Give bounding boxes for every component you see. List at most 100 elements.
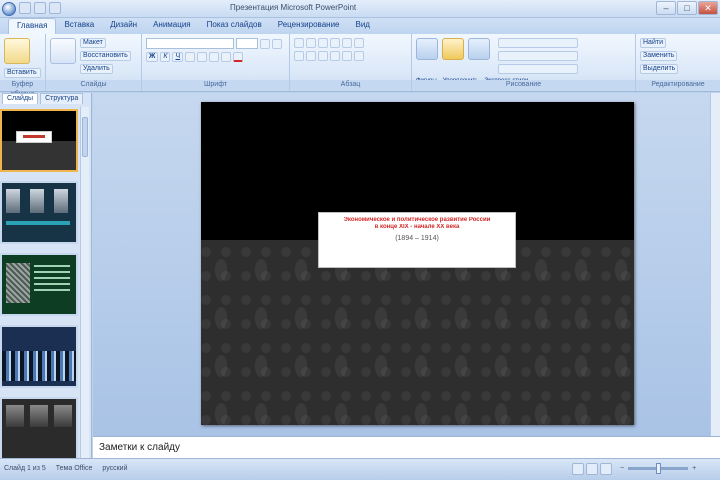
drawing-label: Рисование (412, 80, 635, 90)
scrollbar-thumb[interactable] (82, 117, 88, 157)
slide-thumbnail-5[interactable] (0, 397, 78, 458)
zoom-slider[interactable] (628, 463, 689, 474)
notes-pane[interactable]: Заметки к слайду (93, 436, 720, 458)
tab-animation[interactable]: Анимация (145, 18, 199, 34)
change-case-icon[interactable] (221, 52, 232, 62)
paste-icon[interactable] (4, 38, 30, 64)
align-center-icon[interactable] (306, 51, 316, 61)
zoom-out-icon[interactable]: − (620, 465, 624, 472)
shape-fill-button[interactable] (498, 38, 578, 48)
smartart-icon[interactable] (354, 51, 364, 61)
thumbnail-list (0, 107, 80, 458)
tab-slides[interactable]: Слайды (2, 93, 39, 104)
slideshow-icon[interactable] (600, 463, 612, 475)
normal-view-icon[interactable] (572, 463, 584, 475)
columns-icon[interactable] (354, 38, 364, 48)
tab-insert[interactable]: Вставка (56, 18, 102, 34)
redo-icon[interactable] (49, 2, 61, 14)
pane-tabs: Слайды Структура (0, 93, 91, 105)
reset-button[interactable]: Восстановить (80, 51, 131, 61)
slides-label: Слайды (46, 80, 141, 90)
font-label: Шрифт (142, 80, 289, 90)
slide-thumbnail-4[interactable] (0, 325, 78, 388)
shape-effects-button[interactable] (498, 64, 578, 74)
italic-icon[interactable]: К (160, 52, 171, 62)
font-group: Ж К Ч Шрифт (142, 34, 290, 91)
slide-scrollbar[interactable] (710, 93, 720, 436)
theme-name: Тема Office (55, 465, 93, 472)
tab-slideshow[interactable]: Показ слайдов (199, 18, 270, 34)
paste-button[interactable]: Вставить (4, 68, 41, 78)
editing-group: Найти Заменить Выделить Редактирование (636, 34, 720, 91)
delete-button[interactable]: Удалить (80, 64, 113, 74)
save-icon[interactable] (19, 2, 31, 14)
font-size-combo[interactable] (236, 38, 258, 49)
bullets-icon[interactable] (294, 38, 304, 48)
slide-title-line-1: Экономическое и политическое развитие Ро… (343, 217, 491, 223)
bold-icon[interactable]: Ж (146, 52, 159, 62)
window-title: Презентация Microsoft PowerPoint (230, 3, 357, 12)
new-slide-icon[interactable] (50, 38, 76, 64)
language-indicator[interactable]: русский (102, 465, 127, 472)
paragraph-group: Абзац (290, 34, 412, 91)
shape-outline-button[interactable] (498, 51, 578, 61)
thumbnail-scrollbar[interactable] (80, 107, 89, 458)
numbering-icon[interactable] (306, 38, 316, 48)
clipboard-group: Вставить Буфер обмена (0, 34, 46, 98)
tab-outline[interactable]: Структура (40, 93, 84, 104)
slide-years: (1894 – 1914) (395, 235, 439, 242)
paragraph-label: Абзац (290, 80, 411, 90)
shrink-font-icon[interactable] (272, 38, 282, 49)
status-bar: Слайд 1 из 5 Тема Office русский − + (0, 458, 720, 480)
tab-design[interactable]: Дизайн (102, 18, 145, 34)
clipboard-label: Буфер обмена (0, 80, 45, 98)
editing-label: Редактирование (636, 80, 720, 90)
shapes-icon[interactable] (416, 38, 438, 60)
title-bar: Презентация Microsoft PowerPoint – □ ✕ (0, 0, 720, 18)
ribbon-tabs: Главная Вставка Дизайн Анимация Показ сл… (0, 18, 720, 34)
grow-font-icon[interactable] (260, 38, 270, 49)
slide-title-box[interactable]: Экономическое и политическое развитие Ро… (318, 212, 516, 268)
slide-thumbnail-3[interactable] (0, 253, 78, 316)
underline-icon[interactable]: Ч (172, 52, 184, 62)
drawing-group: Фигуры Упорядочить Экспресс-стили Рисова… (412, 34, 636, 91)
view-buttons (572, 463, 612, 475)
increase-indent-icon[interactable] (330, 38, 340, 48)
layout-button[interactable]: Макет (80, 38, 106, 48)
zoom-knob[interactable] (656, 463, 662, 474)
spacing-icon[interactable] (209, 52, 220, 62)
office-button[interactable] (2, 2, 16, 16)
minimize-button[interactable]: – (656, 1, 676, 15)
line-spacing-icon[interactable] (342, 38, 352, 48)
maximize-button[interactable]: □ (677, 1, 697, 15)
quick-access-toolbar (2, 2, 61, 16)
replace-button[interactable]: Заменить (640, 51, 678, 61)
undo-icon[interactable] (34, 2, 46, 14)
decrease-indent-icon[interactable] (318, 38, 328, 48)
slide-sorter-icon[interactable] (586, 463, 598, 475)
zoom-control: − + (620, 463, 696, 474)
current-slide[interactable]: Экономическое и политическое развитие Ро… (201, 102, 634, 425)
arrange-icon[interactable] (442, 38, 464, 60)
zoom-in-icon[interactable]: + (692, 465, 696, 472)
slide-thumbnail-2[interactable] (0, 181, 78, 244)
select-button[interactable]: Выделить (640, 64, 679, 74)
font-color-icon[interactable] (233, 52, 244, 62)
shadow-icon[interactable] (197, 52, 208, 62)
tab-review[interactable]: Рецензирование (270, 18, 348, 34)
align-right-icon[interactable] (318, 51, 328, 61)
tab-view[interactable]: Вид (348, 18, 378, 34)
strikethrough-icon[interactable] (185, 52, 196, 62)
slide-title-line-2: в конце XIX - начале XX века (374, 224, 460, 230)
find-button[interactable]: Найти (640, 38, 666, 48)
tab-home[interactable]: Главная (8, 18, 57, 34)
justify-icon[interactable] (330, 51, 340, 61)
close-button[interactable]: ✕ (698, 1, 718, 15)
align-left-icon[interactable] (294, 51, 304, 61)
ribbon: Вставить Буфер обмена Макет Восстановить… (0, 34, 720, 98)
slide-thumbnail-1[interactable] (0, 109, 78, 172)
quick-styles-icon[interactable] (468, 38, 490, 60)
font-name-combo[interactable] (146, 38, 234, 49)
slide-counter: Слайд 1 из 5 (4, 465, 46, 472)
text-direction-icon[interactable] (342, 51, 352, 61)
